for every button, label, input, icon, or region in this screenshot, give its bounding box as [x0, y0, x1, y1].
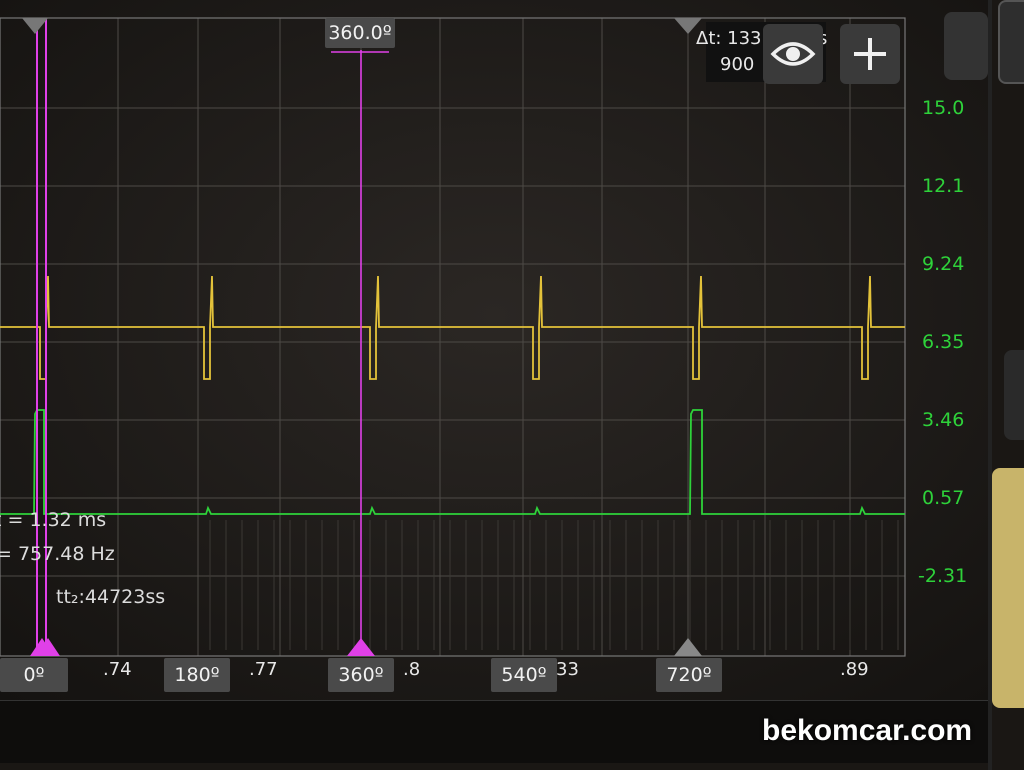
side-button-top[interactable]: [998, 0, 1024, 84]
angle-marker-720[interactable]: 720º: [656, 658, 722, 692]
frequency-readout: = 757.48 Hz: [0, 543, 115, 565]
side-divider: [988, 0, 992, 770]
watermark: bekomcar.com: [762, 714, 973, 747]
angle-marker-540[interactable]: 540º: [491, 658, 557, 692]
time-tick-label: 33: [556, 659, 579, 680]
voltage-label: 3.46: [922, 409, 965, 431]
plus-icon: [854, 38, 886, 70]
eye-button[interactable]: [763, 24, 823, 84]
voltage-label: 9.24: [922, 253, 965, 275]
add-button[interactable]: [840, 24, 900, 84]
delta-value-label: 900: [720, 54, 755, 75]
angle-marker-360[interactable]: 360º: [328, 658, 394, 692]
side-handle-top[interactable]: [944, 12, 988, 80]
side-button-mid[interactable]: [1004, 350, 1024, 440]
time-tick-label: .77: [249, 659, 278, 680]
voltage-label: -2.31: [918, 565, 968, 587]
eye-icon: [770, 42, 816, 66]
time-tick-label: .8: [403, 659, 421, 680]
angle-marker-180[interactable]: 180º: [164, 658, 230, 692]
voltage-label: 0.57: [922, 487, 965, 509]
overlap-label: tt₂:44723ss: [56, 586, 166, 608]
voltage-label: 6.35: [922, 331, 965, 353]
waveform-plot[interactable]: [0, 0, 1024, 770]
oscilloscope-view[interactable]: 360.0º Δt: 133 s 900 15.0 12.1 9.24 6.35…: [0, 0, 1024, 770]
angle-marker-0[interactable]: 0º: [0, 658, 68, 692]
time-tick-label: .89: [840, 659, 869, 680]
voltage-label: 12.1: [922, 175, 965, 197]
delta-time-label: Δt: 133: [696, 28, 762, 49]
voltage-label: 15.0: [922, 97, 965, 119]
cursor-angle-tag[interactable]: 360.0º: [325, 18, 395, 48]
pulse-width-readout: t = 1.32 ms: [0, 509, 107, 531]
time-tick-label: .74: [103, 659, 132, 680]
side-slider-gold[interactable]: [992, 468, 1024, 708]
